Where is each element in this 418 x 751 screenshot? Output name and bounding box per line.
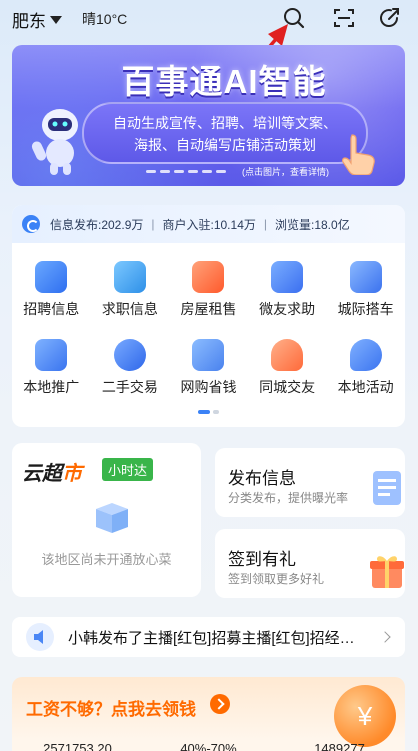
salary-promo-card[interactable]: 工资不够？点我去领钱 ¥ 2571753.20 40%-70% 1489277: [12, 677, 405, 751]
promo-num-1: 2571753.20: [43, 741, 112, 751]
dropdown-caret-icon: [50, 15, 62, 24]
help-chat-icon: [271, 261, 304, 293]
stats-bar: 信息发布:202.9万 | 商户入驻:10.14万 | 浏览量:18.0亿: [12, 205, 405, 243]
exchange-icon: [113, 339, 146, 371]
service-carpool[interactable]: 城际搭车: [326, 255, 405, 325]
coin-icon: ¥: [334, 685, 396, 747]
service-shopping[interactable]: 网购省钱: [169, 333, 248, 403]
service-dating[interactable]: 同城交友: [248, 333, 327, 403]
share-icon[interactable]: [377, 5, 403, 31]
recruit-icon: [35, 261, 68, 293]
top-bar: 肥东 晴10°C: [0, 0, 418, 128]
chevron-right-icon: [379, 631, 391, 643]
banner-hint: (点击图片，查看详情): [242, 167, 329, 177]
scan-icon[interactable]: [331, 5, 357, 31]
search-icon[interactable]: [281, 5, 307, 31]
location-pin-icon: [349, 339, 382, 371]
briefcase-icon: [113, 261, 146, 293]
publish-card[interactable]: 发布信息 分类发布，提供曝光率: [215, 448, 405, 517]
stat-views: 浏览量:18.0亿: [275, 217, 350, 232]
pointing-hand-icon: [342, 134, 375, 175]
house-door-icon: [192, 261, 225, 293]
service-recruit[interactable]: 招聘信息: [12, 255, 91, 325]
coupon-icon: [192, 339, 225, 371]
promo-title: 工资不够？点我去领钱: [26, 700, 196, 719]
service-jobseek[interactable]: 求职信息: [91, 255, 170, 325]
notice-text: 小韩发布了主播[红包]招募主播[红包]招经…: [68, 629, 355, 647]
city-selector[interactable]: 肥东: [12, 7, 62, 32]
empty-box-icon: [96, 503, 128, 533]
heart-icon: [271, 339, 304, 371]
arrow-right-circle-icon[interactable]: [210, 694, 230, 714]
service-card: 信息发布:202.9万 | 商户入驻:10.14万 | 浏览量:18.0亿 招聘…: [12, 205, 405, 427]
banner-line-1: 自动生成宣传、招聘、培训等文案、: [113, 115, 337, 131]
checkin-subtitle: 签到领取更多好礼: [228, 572, 325, 586]
banner-title: 百事通AI智能: [121, 63, 327, 100]
market-empty-text: 该地区尚未开通放心菜: [41, 552, 172, 567]
robot-mascot-icon: [31, 109, 78, 175]
publish-subtitle: 分类发布，提供曝光率: [228, 491, 349, 505]
document-icon: [373, 471, 401, 505]
checkin-card[interactable]: 签到有礼 签到领取更多好礼: [215, 529, 405, 598]
promo-num-2: 40%-70%: [180, 741, 237, 751]
service-events[interactable]: 本地活动: [326, 333, 405, 403]
promo-num-3: 1489277: [314, 741, 365, 751]
stats-icon: [22, 215, 40, 233]
checkin-title: 签到有礼: [228, 550, 296, 569]
ai-banner[interactable]: 百事通AI智能 自动生成宣传、招聘、培训等文案、 海报、自动编写店铺活动策划 (…: [12, 45, 405, 186]
publish-title: 发布信息: [228, 469, 296, 488]
gift-box-icon: [370, 556, 404, 588]
service-help[interactable]: 微友求助: [248, 255, 327, 325]
megaphone-icon: [35, 339, 68, 371]
market-tag: 小时达: [102, 458, 154, 481]
service-promote[interactable]: 本地推广: [12, 333, 91, 403]
promo-numbers: 2571753.20 40%-70% 1489277: [12, 741, 405, 751]
service-housing[interactable]: 房屋租售: [169, 255, 248, 325]
banner-carousel-dots: [146, 170, 226, 173]
speaker-icon: [26, 623, 54, 651]
service-grid: 招聘信息 求职信息 房屋租售 微友求助 城际搭车 本地推广 二手交易 网购省钱: [12, 255, 405, 403]
notice-bar[interactable]: 小韩发布了主播[红包]招募主播[红包]招经…: [12, 617, 405, 657]
weather-text: 晴10°C: [82, 11, 128, 27]
car-icon: [349, 261, 382, 293]
grid-page-indicator: [198, 410, 219, 414]
cloud-market-card[interactable]: 云超市 小时达 该地区尚未开通放心菜: [12, 443, 201, 597]
banner-description: 自动生成宣传、招聘、培训等文案、 海报、自动编写店铺活动策划: [82, 102, 368, 164]
market-title: 云超市: [22, 463, 82, 485]
stat-posts: 信息发布:202.9万: [50, 217, 144, 232]
service-secondhand[interactable]: 二手交易: [91, 333, 170, 403]
city-name: 肥东: [12, 12, 46, 31]
stat-merchants: 商户入驻:10.14万: [162, 217, 256, 232]
banner-line-2: 海报、自动编写店铺活动策划: [134, 137, 316, 153]
